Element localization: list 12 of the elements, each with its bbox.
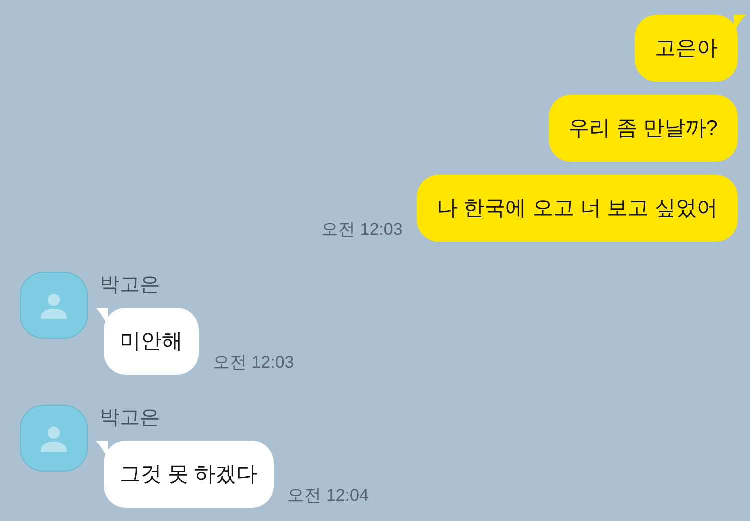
message-time: 오전 12:04 — [288, 487, 369, 507]
message-bubble: 그것 못 하겠다 — [104, 441, 274, 508]
message-time: 오전 12:03 — [322, 221, 403, 241]
avatar[interactable] — [20, 272, 88, 339]
message-bubble: 우리 좀 만날까? — [548, 95, 738, 162]
message-time: 오전 12:03 — [213, 354, 294, 374]
sender-name: 박고은 — [100, 406, 161, 431]
sender-name: 박고은 — [100, 273, 161, 298]
avatar[interactable] — [20, 405, 88, 472]
message-bubble: 고은아 — [635, 15, 738, 82]
message-bubble: 미안해 — [104, 308, 199, 375]
message-bubble: 나 한국에 오고 너 보고 싶었어 — [416, 175, 738, 242]
